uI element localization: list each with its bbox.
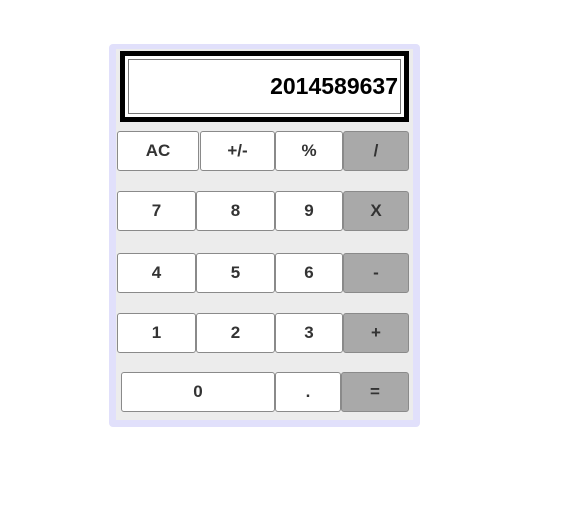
decimal-button[interactable]: . [275,372,341,412]
digit-3-button[interactable]: 3 [275,313,343,353]
display: 2014589637 [120,51,409,122]
display-value: 2014589637 [128,59,401,114]
multiply-button[interactable]: X [343,191,409,231]
digit-4-button[interactable]: 4 [117,253,196,293]
subtract-button[interactable]: - [343,253,409,293]
percent-button[interactable]: % [275,131,343,171]
digit-7-button[interactable]: 7 [117,191,196,231]
digit-9-button[interactable]: 9 [275,191,343,231]
digit-2-button[interactable]: 2 [196,313,275,353]
equals-button[interactable]: = [341,372,409,412]
digit-5-button[interactable]: 5 [196,253,275,293]
digit-8-button[interactable]: 8 [196,191,275,231]
clear-button[interactable]: AC [117,131,199,171]
add-button[interactable]: + [343,313,409,353]
sign-toggle-button[interactable]: +/- [200,131,275,171]
digit-0-button[interactable]: 0 [121,372,275,412]
digit-1-button[interactable]: 1 [117,313,196,353]
digit-6-button[interactable]: 6 [275,253,343,293]
divide-button[interactable]: / [343,131,409,171]
